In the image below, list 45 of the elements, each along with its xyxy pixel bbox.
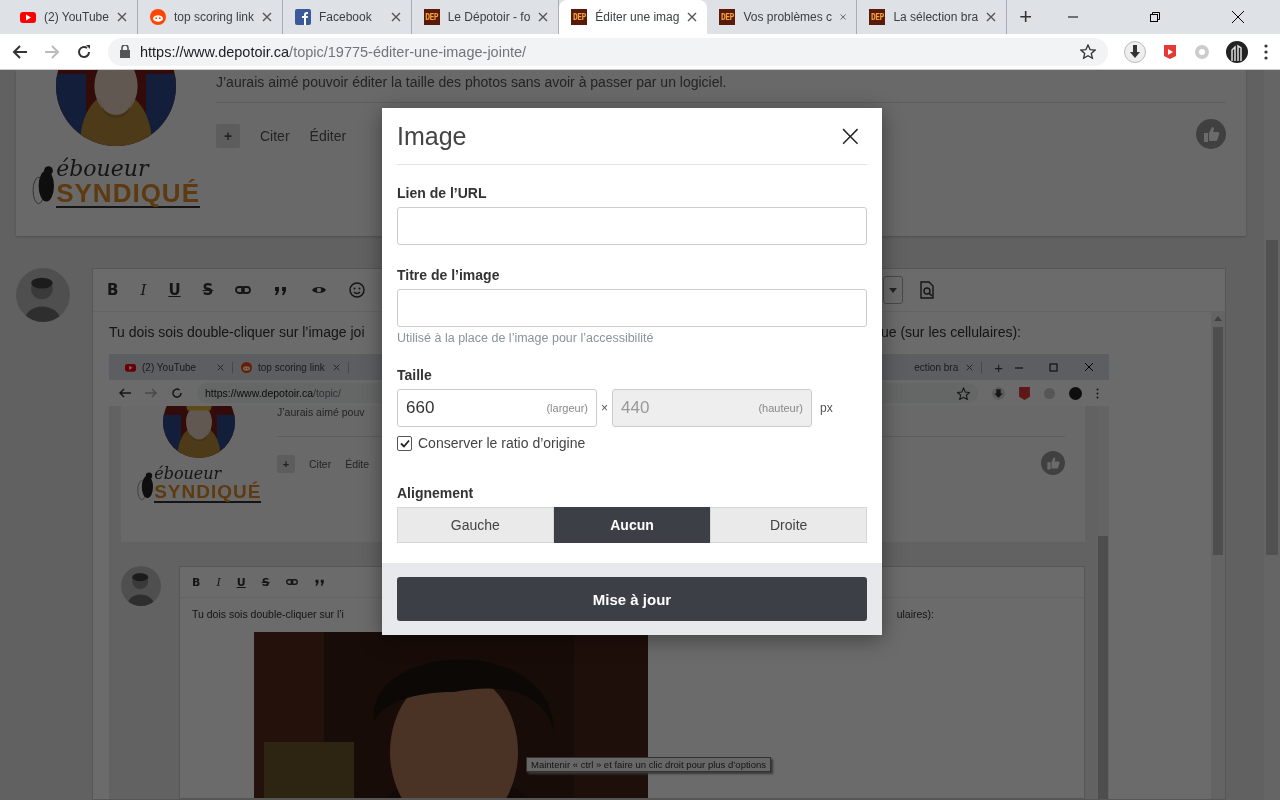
browser-tab[interactable]: DEP Éditer une imag xyxy=(559,0,708,34)
field-label: Taille xyxy=(397,367,433,383)
post-action-link: Édite xyxy=(345,458,370,470)
tooltip: Maintenir « ctrl » et faire un clic droit pour plus d’options xyxy=(526,757,771,772)
editor-text: ulaires): xyxy=(896,608,934,620)
dialog-title: Image xyxy=(397,121,467,151)
browser-tab: top scoring link xyxy=(233,361,349,373)
logo-bold-text: SYNDIQUÉ xyxy=(56,180,200,208)
checkbox-label: Conserver le ratio d’origine xyxy=(418,435,586,451)
browser-tab: ection bra xyxy=(906,361,983,373)
browser-tab[interactable]: Facebook xyxy=(283,0,412,34)
site-logo: DEP xyxy=(423,9,440,25)
add-button: + xyxy=(277,455,295,473)
site-logo: DEP xyxy=(719,9,736,25)
editor-text: ue (sur les cellulaires): xyxy=(880,324,1021,340)
alignment-option[interactable]: Aucun xyxy=(553,507,711,543)
browser-tab[interactable]: (2) YouTube xyxy=(8,0,138,34)
browser-tab[interactable]: DEP Le Dépotoir - fo xyxy=(411,0,560,34)
help-text: Utilisé à la place de l’image pour l’accessibilité xyxy=(397,331,655,345)
browser-tab[interactable]: top scoring link xyxy=(137,0,283,34)
new-tab-button[interactable]: + xyxy=(1019,4,1032,30)
update-button[interactable]: Mise à jour xyxy=(397,577,867,621)
field-label: Lien de l’URL xyxy=(397,185,488,201)
site-logo: DEP xyxy=(869,9,886,25)
new-tab-plus: + xyxy=(994,358,1003,376)
alignment-option[interactable]: Droite xyxy=(710,507,867,543)
field-label: Alignement xyxy=(397,485,475,501)
browser-tab[interactable]: DEP Vos problèmes c xyxy=(707,0,858,34)
editor-text: Tu dois sois double-cliquer sur l’image joi xyxy=(109,324,365,340)
logo-bold-text: SYNDIQUÉ xyxy=(154,482,262,503)
post-text: J’aurais aimé pouvoir éditer la taille des photos sans avoir à passer par un logiciel. xyxy=(216,74,1226,103)
logo-script-text: éboueur xyxy=(56,158,150,180)
post-action-link: Citer xyxy=(309,458,332,470)
alignment-option[interactable]: Gauche xyxy=(397,507,554,543)
width-input[interactable]: 660 (largeur) xyxy=(397,389,597,427)
site-logo: DEP xyxy=(571,9,588,25)
editor-text: Tu dois sois double-cliquer sur l’i xyxy=(192,608,344,620)
url-text: https://www.depotoir.ca/topic/19775-éditer-une-image-jointe/ xyxy=(140,43,527,60)
browser-tab: (2) YouTube xyxy=(117,361,233,373)
address-bar[interactable]: https://www.depotoir.ca/topic/19775-éditer-une-image-jointe/ xyxy=(108,37,1108,66)
logo-script-text: éboueur xyxy=(154,466,222,482)
field-label: Titre de l’image xyxy=(397,267,501,283)
close-button[interactable]: × xyxy=(833,121,867,151)
url-text: https://www.depotoir.ca/topic/ xyxy=(205,387,341,399)
browser-tab[interactable]: DEP La sélection bra xyxy=(857,0,1008,34)
